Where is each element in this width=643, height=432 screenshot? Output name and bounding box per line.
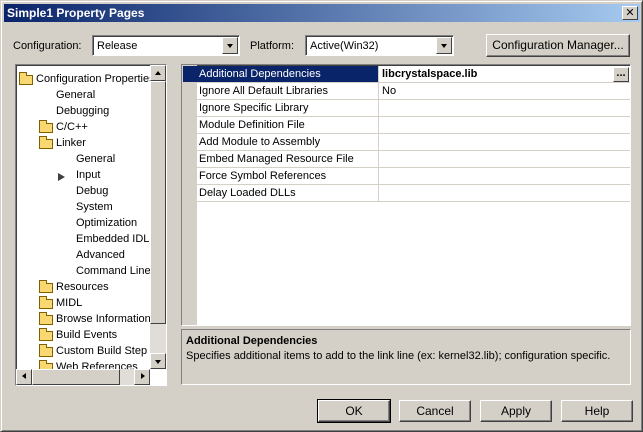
property-value-text: No: [382, 85, 397, 97]
description-text: Specifies additional items to add to the…: [186, 350, 611, 362]
property-value[interactable]: [379, 117, 630, 134]
platform-label: Platform:: [250, 40, 295, 52]
property-row[interactable]: Ignore All Default Libraries No: [183, 83, 630, 100]
tree-item-label: Optimization: [76, 217, 138, 229]
chevron-down-icon: [441, 44, 447, 48]
property-row[interactable]: Module Definition File: [183, 117, 630, 134]
scroll-left-button[interactable]: [16, 369, 32, 385]
chevron-down-icon: [155, 360, 161, 364]
property-grid[interactable]: Additional Dependencies libcrystalspace.l…: [181, 64, 631, 326]
tree-item-label: Resources: [56, 281, 109, 293]
tree-item-label: Configuration Properties: [36, 73, 152, 85]
configuration-dropdown-button[interactable]: [222, 37, 238, 54]
chevron-right-icon: [141, 373, 145, 379]
chevron-down-icon: [227, 44, 233, 48]
folder-icon: [38, 296, 54, 309]
property-value[interactable]: [379, 134, 630, 151]
folder-icon: [38, 280, 54, 293]
property-value[interactable]: [379, 151, 630, 168]
chevron-left-icon: [22, 373, 26, 379]
close-button[interactable]: ✕: [622, 6, 638, 20]
vertical-scroll-thumb[interactable]: [150, 81, 166, 324]
browse-ellipsis-button[interactable]: ...: [613, 67, 629, 82]
property-name: Embed Managed Resource File: [183, 151, 379, 168]
property-name: Ignore All Default Libraries: [183, 83, 379, 100]
tree-item-label: Linker: [56, 137, 86, 149]
description-title: Additional Dependencies: [186, 335, 318, 347]
property-row[interactable]: Embed Managed Resource File: [183, 151, 630, 168]
tree-item-label: Input: [76, 169, 101, 181]
scroll-down-button[interactable]: [150, 353, 166, 369]
tree-item-label: General: [56, 89, 96, 101]
tree-item-label: Command Line: [76, 265, 151, 277]
open-folder-icon: [18, 72, 34, 85]
property-row[interactable]: Add Module to Assembly: [183, 134, 630, 151]
configuration-value: Release: [97, 40, 138, 52]
property-row[interactable]: Ignore Specific Library: [183, 100, 630, 117]
ok-button[interactable]: OK: [317, 399, 391, 423]
platform-value: Active(Win32): [310, 40, 379, 52]
property-name: Ignore Specific Library: [183, 100, 379, 117]
platform-dropdown-button[interactable]: [436, 37, 452, 54]
property-row[interactable]: Delay Loaded DLLs: [183, 185, 630, 202]
tree-item-label: Advanced: [76, 249, 125, 261]
property-name: Add Module to Assembly: [183, 134, 379, 151]
property-value[interactable]: [379, 185, 630, 202]
help-button[interactable]: Help: [561, 400, 633, 422]
arrow-right-icon: [58, 169, 74, 181]
folder-icon: [38, 120, 54, 133]
scroll-up-button[interactable]: [150, 65, 166, 81]
tree-vertical-scrollbar[interactable]: [150, 65, 166, 369]
property-row[interactable]: Force Symbol References: [183, 168, 630, 185]
property-value[interactable]: [379, 168, 630, 185]
property-name: Module Definition File: [183, 117, 379, 134]
tree-horizontal-scrollbar[interactable]: [16, 369, 150, 385]
property-value[interactable]: No: [379, 83, 630, 100]
tree-item-label: Debug: [76, 185, 109, 197]
property-value[interactable]: libcrystalspace.lib...: [379, 66, 630, 83]
tree-item-label: Debugging: [56, 105, 110, 117]
property-tree[interactable]: Configuration Properties General Debugging…: [15, 64, 167, 386]
tree-item-label: C/C++: [56, 121, 88, 133]
tree-item-label: Build Events: [56, 329, 118, 341]
description-panel: Additional Dependencies Specifies additi…: [181, 329, 631, 385]
folder-icon: [38, 344, 54, 357]
configuration-manager-button[interactable]: Configuration Manager...: [486, 34, 630, 57]
property-row[interactable]: Additional Dependencies libcrystalspace.l…: [183, 66, 630, 83]
tree-item-label: System: [76, 201, 113, 213]
tree-item-label: Embedded IDL: [76, 233, 150, 245]
configuration-select[interactable]: Release: [92, 35, 240, 56]
folder-icon: [38, 328, 54, 341]
tree-item-label: Custom Build Step: [56, 345, 148, 357]
property-value[interactable]: [379, 100, 630, 117]
property-pages-dialog: Simple1 Property Pages ✕ Configuration: …: [0, 0, 643, 432]
tree-content: Configuration Properties General Debugging…: [18, 67, 152, 371]
close-icon: ✕: [625, 7, 635, 19]
chevron-up-icon: [155, 71, 161, 75]
open-folder-icon: [38, 136, 54, 149]
apply-button[interactable]: Apply: [480, 400, 552, 422]
tree-item-label: Browse Information: [56, 313, 151, 325]
platform-select[interactable]: Active(Win32): [305, 35, 454, 56]
property-name: Force Symbol References: [183, 168, 379, 185]
cancel-button[interactable]: Cancel: [399, 400, 471, 422]
property-value-text: libcrystalspace.lib: [382, 68, 478, 80]
tree-item-label: General: [76, 153, 116, 165]
property-name: Delay Loaded DLLs: [183, 185, 379, 202]
tree-item-label: MIDL: [56, 297, 83, 309]
title-bar: Simple1 Property Pages ✕: [4, 4, 640, 22]
folder-icon: [38, 312, 54, 325]
configuration-label: Configuration:: [13, 40, 82, 52]
scroll-right-button[interactable]: [134, 369, 150, 385]
window-title: Simple1 Property Pages: [7, 6, 145, 20]
horizontal-scroll-thumb[interactable]: [32, 369, 120, 385]
property-name: Additional Dependencies: [183, 66, 379, 83]
